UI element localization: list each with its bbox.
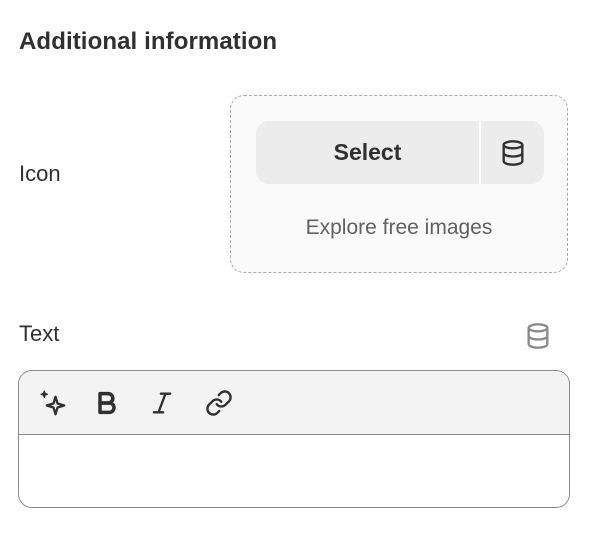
bold-button[interactable]	[89, 385, 125, 421]
link-button[interactable]	[201, 385, 237, 421]
italic-icon	[148, 389, 176, 417]
select-button-group: Select	[256, 121, 544, 184]
database-icon	[499, 139, 527, 167]
rich-text-editor	[18, 370, 570, 508]
ai-generate-button[interactable]	[35, 385, 71, 421]
italic-button[interactable]	[144, 385, 180, 421]
select-button[interactable]: Select	[256, 121, 479, 184]
text-dynamic-source-button[interactable]	[522, 320, 554, 352]
link-icon	[205, 389, 233, 417]
bold-icon	[93, 389, 121, 417]
explore-free-images-link[interactable]: Explore free images	[231, 216, 567, 240]
icon-dropzone[interactable]: Select Explore free images	[230, 95, 568, 273]
database-icon	[524, 322, 552, 350]
editor-toolbar	[19, 371, 569, 435]
section-title: Additional information	[19, 28, 278, 55]
icon-field-label: Icon	[19, 161, 61, 186]
text-field-label: Text	[19, 321, 60, 346]
sparkle-icon	[38, 388, 68, 418]
dynamic-source-button[interactable]	[481, 121, 544, 184]
text-editor-input[interactable]	[19, 435, 569, 507]
